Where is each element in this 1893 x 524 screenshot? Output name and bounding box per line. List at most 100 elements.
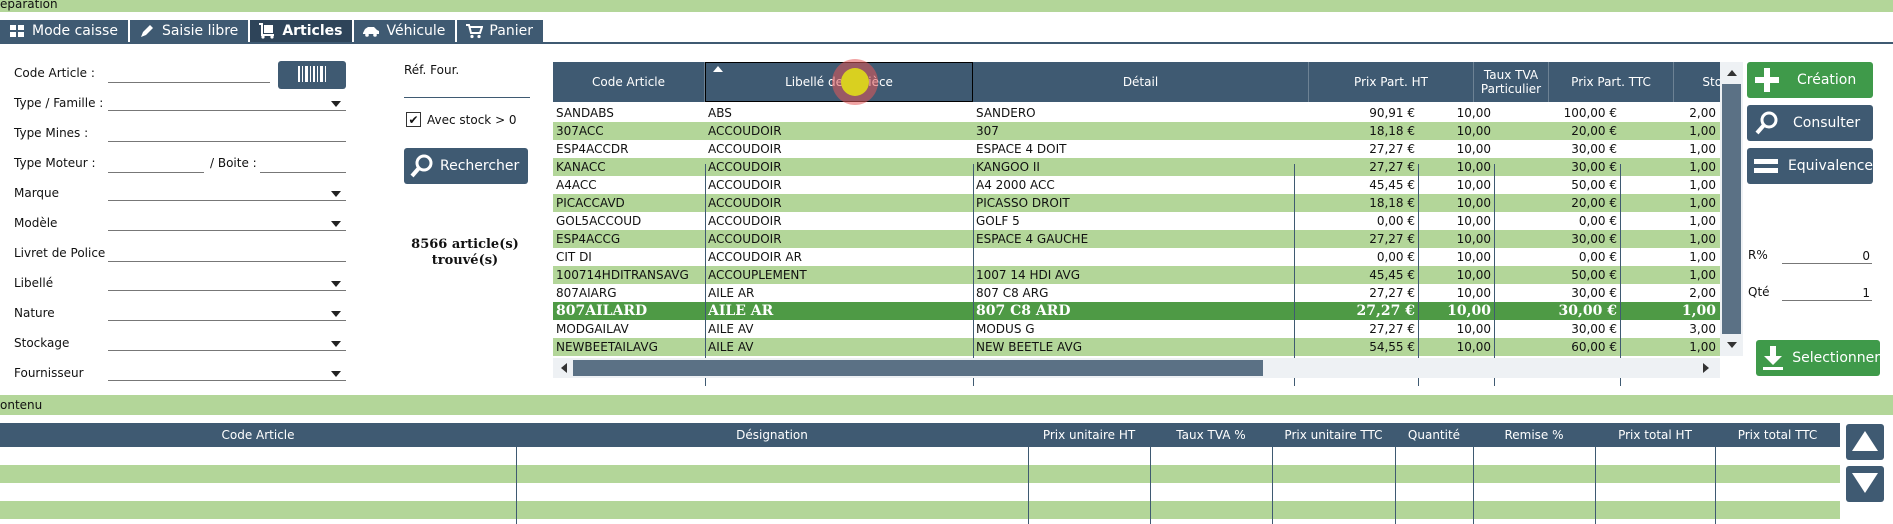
table-row[interactable]: 100714HDITRANSAVG ACCOUPLEMENT 1007 14 HDI…	[553, 266, 1720, 284]
barcode-button[interactable]	[278, 61, 346, 89]
equals-icon	[1747, 148, 1786, 184]
remise-input[interactable]: 0	[1782, 248, 1872, 264]
table-row[interactable]: 307ACC ACCOUDOIR 307 18,18 € 10,00 20,00 € 1,0…	[553, 122, 1720, 140]
cell-code: GOL5ACCOUD	[556, 214, 642, 228]
col-header-tva[interactable]: Taux TVA %	[1150, 423, 1272, 447]
marque-select[interactable]	[108, 185, 346, 201]
table-row[interactable]: 807AIARG AILE AR 807 C8 ARG 27,27 € 10,00 30,…	[553, 284, 1720, 302]
modele-select[interactable]	[108, 215, 346, 231]
col-header-code-article[interactable]: Code Article	[553, 62, 705, 102]
tab-panier[interactable]: Panier	[457, 20, 543, 42]
cell-ht: 27,27 €	[1356, 303, 1415, 319]
fournisseur-select[interactable]	[108, 365, 346, 381]
cell-code: A4ACC	[556, 178, 597, 192]
cell-stock: 1,00	[1689, 142, 1716, 156]
scroll-right-icon[interactable]	[1703, 363, 1709, 373]
cell-detail: 807 C8 ARD	[976, 303, 1071, 319]
column-divider	[516, 447, 517, 524]
cell-stock: 2,00	[1689, 286, 1716, 300]
search-icon	[1747, 105, 1787, 141]
cell-ht: 27,27 €	[1369, 142, 1415, 156]
table-row[interactable]: MODGAILAV AILE AV MODUS G 27,27 € 10,00 30,00…	[553, 320, 1720, 338]
column-divider	[705, 164, 706, 386]
table-row-selected[interactable]: 807AILARD AILE AR 807 C8 ARD 27,27 € 10,00 30…	[553, 302, 1720, 320]
table-row[interactable]: PICACCAVD ACCOUDOIR PICASSO DROIT 18,18 € 10…	[553, 194, 1720, 212]
col-header-detail[interactable]: Détail	[973, 62, 1309, 102]
col-header-designation[interactable]: Désignation	[516, 423, 1028, 447]
table-row[interactable]: ESP4ACCDR ACCOUDOIR ESPACE 4 DOIT 27,27 € 10…	[553, 140, 1720, 158]
boite-input[interactable]	[260, 157, 346, 173]
triangle-up-icon	[1851, 429, 1879, 456]
table-row[interactable]: NEWBEETAILAVG AILE AV NEW BEETLE AVG 54,55 …	[553, 338, 1720, 356]
libelle-select[interactable]	[108, 275, 346, 291]
rechercher-button[interactable]: Rechercher	[404, 148, 528, 184]
table-row[interactable]	[0, 465, 1840, 483]
equivalence-button[interactable]: Equivalence	[1747, 148, 1873, 184]
ref-four-label: Réf. Four.	[404, 63, 460, 77]
move-down-button[interactable]	[1846, 466, 1884, 502]
table-row[interactable]	[0, 447, 1840, 465]
consulter-button[interactable]: Consulter	[1747, 105, 1873, 141]
scroll-up-icon[interactable]	[1727, 70, 1737, 76]
scroll-left-icon[interactable]	[561, 363, 567, 373]
type-famille-select[interactable]	[108, 95, 346, 111]
col-header-quantite[interactable]: Quantité	[1395, 423, 1473, 447]
ref-four-input[interactable]	[404, 82, 530, 98]
column-divider	[1028, 447, 1029, 524]
livret-police-input[interactable]	[108, 246, 346, 262]
chevron-down-icon	[331, 101, 341, 107]
cell-ttc: 30,00 €	[1571, 160, 1617, 174]
tab-vehicule[interactable]: Véhicule	[354, 20, 456, 42]
type-mines-input[interactable]	[108, 126, 346, 142]
qte-input[interactable]: 1	[1782, 285, 1872, 301]
move-up-button[interactable]	[1846, 424, 1884, 460]
cell-ttc: 0,00 €	[1578, 250, 1617, 264]
articles-grid[interactable]: Code Article Libellé de la Pièce Détail …	[553, 62, 1743, 386]
col-header-code-article[interactable]: Code Article	[0, 423, 516, 447]
tab-saisie-libre[interactable]: Saisie libre	[129, 20, 249, 42]
tab-articles[interactable]: Articles	[250, 20, 353, 42]
contenu-grid[interactable]: Code Article Désignation Prix unitaire H…	[0, 423, 1840, 524]
marque-label: Marque	[14, 186, 60, 200]
boite-label: / Boite :	[210, 156, 257, 170]
chevron-down-icon	[331, 191, 341, 197]
table-row[interactable]	[0, 483, 1840, 501]
table-row[interactable]: A4ACC ACCOUDOIR A4 2000 ACC 45,45 € 10,00 50,…	[553, 176, 1720, 194]
table-row[interactable]: ESP4ACCG ACCOUDOIR ESPACE 4 GAUCHE 27,27 € 1…	[553, 230, 1720, 248]
cell-libelle: ACCOUDOIR	[708, 232, 782, 246]
tab-label: Véhicule	[386, 23, 446, 39]
cart-icon	[465, 23, 484, 39]
avec-stock-checkbox[interactable]: ✔	[406, 112, 421, 127]
col-header-prix-ht[interactable]: Prix Part. HT	[1309, 62, 1474, 102]
table-row[interactable]	[0, 501, 1840, 519]
cell-libelle: ACCOUDOIR	[708, 160, 782, 174]
table-row[interactable]	[0, 519, 1840, 524]
col-header-remise[interactable]: Remise %	[1473, 423, 1595, 447]
col-header-pu-ttc[interactable]: Prix unitaire TTC	[1272, 423, 1395, 447]
stockage-select[interactable]	[108, 335, 346, 351]
cell-tva: 10,00	[1456, 196, 1491, 210]
tab-mode-caisse[interactable]: Mode caisse	[0, 20, 128, 42]
cell-code: ESP4ACCDR	[556, 142, 629, 156]
col-header-pu-ht[interactable]: Prix unitaire HT	[1028, 423, 1150, 447]
scroll-down-icon[interactable]	[1727, 342, 1737, 348]
remise-label: R%	[1748, 248, 1768, 262]
col-header-total-ht[interactable]: Prix total HT	[1595, 423, 1715, 447]
cell-libelle: ACCOUDOIR	[708, 214, 782, 228]
col-header-tva[interactable]: Taux TVA Particulier	[1474, 62, 1549, 102]
table-row[interactable]: GOL5ACCOUD ACCOUDOIR GOLF 5 0,00 € 10,00 0,00…	[553, 212, 1720, 230]
creation-button[interactable]: Création	[1747, 62, 1873, 98]
cell-stock: 1,00	[1689, 340, 1716, 354]
type-moteur-input[interactable]	[108, 157, 204, 173]
table-row[interactable]: KANACC ACCOUDOIR KANGOO II 27,27 € 10,00 30,0…	[553, 158, 1720, 176]
table-row[interactable]: SANDABS ABS SANDERO 90,91 € 10,00 100,00 € 2,0…	[553, 104, 1720, 122]
col-header-total-ttc[interactable]: Prix total TTC	[1715, 423, 1840, 447]
grid-horizontal-scroll-thumb[interactable]	[573, 360, 1263, 376]
nature-select[interactable]	[108, 305, 346, 321]
table-row[interactable]: CIT DI ACCOUDOIR AR 0,00 € 10,00 0,00 € 1,00	[553, 248, 1720, 266]
col-header-prix-ttc[interactable]: Prix Part. TTC	[1549, 62, 1674, 102]
grid-vertical-scroll-thumb[interactable]	[1722, 84, 1741, 334]
code-article-input[interactable]	[108, 67, 270, 83]
selectionner-button[interactable]: Selectionner	[1756, 340, 1880, 376]
contenu-grid-header: Code Article Désignation Prix unitaire H…	[0, 423, 1840, 447]
